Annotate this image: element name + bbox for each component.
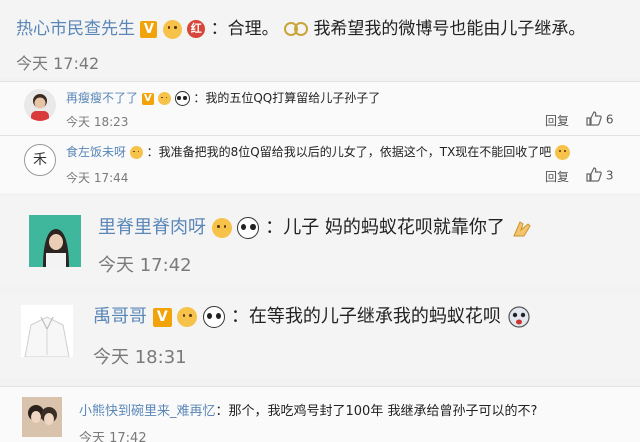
comment-time: 今天 17:42 <box>79 431 147 442</box>
comment-time: 今天 18:23 <box>66 115 129 129</box>
commenter-name[interactable]: 热心市民查先生 <box>16 19 135 39</box>
comment-card-5: 禹哥哥 V ：在等我的儿子继承我的蚂蚁花呗 今天 18:31 <box>0 293 640 378</box>
emoji-face-icon <box>162 19 182 39</box>
like-count: 3 <box>605 168 614 183</box>
emoji-face-icon <box>177 307 198 327</box>
rank-badge: 红 <box>187 20 206 38</box>
avatar[interactable] <box>29 215 81 267</box>
thumbs-up-icon <box>586 167 602 185</box>
thumbs-up-icon <box>586 111 602 129</box>
comment-time: 今天 18:31 <box>93 347 187 368</box>
emoji-face-icon <box>211 218 232 238</box>
commenter-name[interactable]: 再瘦瘦不了了 <box>66 91 138 105</box>
panda-emoji-icon <box>237 217 260 239</box>
comment-time: 今天 17:42 <box>98 255 192 276</box>
comment-time: 今天 17:42 <box>16 54 100 73</box>
avatar[interactable] <box>21 305 73 357</box>
comment-text-continued: 我希望我的微博号也能由儿子继承。 <box>313 19 586 39</box>
comment-text: ：合理。 <box>210 19 279 39</box>
clapping-hands-emoji-icon <box>511 218 533 238</box>
commenter-name[interactable]: 食左饭未呀 <box>66 145 126 159</box>
avatar[interactable]: 禾 <box>24 144 56 176</box>
comment-text: ：那个，我吃鸡号封了100年 我继承给曾孙子可以的不? <box>215 404 538 419</box>
comment-card-3: 禾 食左饭未呀 ：我准备把我的8位Q留给我以后的儿女了，依据这个，TX现在不能回… <box>0 135 640 193</box>
like-button[interactable]: 6 <box>586 111 613 129</box>
comment-text: ：在等我的儿子继承我的蚂蚁花呗 <box>230 306 501 327</box>
reply-button[interactable]: 回复 <box>545 112 569 129</box>
sweat-emoji-icon <box>555 145 571 160</box>
comment-time: 今天 17:44 <box>66 171 129 185</box>
comment-card-6: 小熊快到碗里来_难再忆：那个，我吃鸡号封了100年 我继承给曾孙子可以的不? 今… <box>0 386 640 442</box>
comment-card-2: 再瘦瘦不了了 V ：我的五位QQ打算留给儿子孙子了 今天 18:23 回复 6 <box>0 81 640 135</box>
verified-v-icon: V <box>140 20 158 38</box>
crying-emoji-icon <box>507 305 531 329</box>
comment-text: ：我准备把我的8位Q留给我以后的儿女了，依据这个，TX现在不能回收了吧 <box>146 145 552 159</box>
like-button[interactable]: 3 <box>586 167 613 185</box>
comment-text: ：我的五位QQ打算留给儿子孙子了 <box>193 91 381 105</box>
comment-card-4: 里脊里脊肉呀 ：儿子 妈的蚂蚁花呗就靠你了 今天 17:42 <box>0 196 640 287</box>
comment-card-1: 热心市民查先生 V 红 ：合理。 我希望我的微博号也能由儿子继承。 今天 17:… <box>0 0 640 78</box>
commenter-name[interactable]: 里脊里脊肉呀 <box>98 217 206 238</box>
avatar[interactable] <box>22 397 62 437</box>
commenter-name[interactable]: 小熊快到碗里来_难再忆 <box>79 404 216 419</box>
commenter-name[interactable]: 禹哥哥 <box>93 306 147 327</box>
glasses-emoji-icon <box>284 20 309 38</box>
like-count: 6 <box>605 112 614 127</box>
panda-emoji-icon <box>174 91 190 106</box>
emoji-face-icon <box>157 92 171 105</box>
comment-text: ：儿子 妈的蚂蚁花呗就靠你了 <box>265 217 505 238</box>
panda-emoji-icon <box>203 306 226 328</box>
reply-button[interactable]: 回复 <box>545 168 569 185</box>
emoji-face-icon <box>129 146 143 159</box>
avatar-text: 禾 <box>33 152 47 168</box>
verified-v-icon: V <box>152 307 172 327</box>
verified-v-icon: V <box>141 92 154 105</box>
avatar[interactable] <box>24 89 56 121</box>
